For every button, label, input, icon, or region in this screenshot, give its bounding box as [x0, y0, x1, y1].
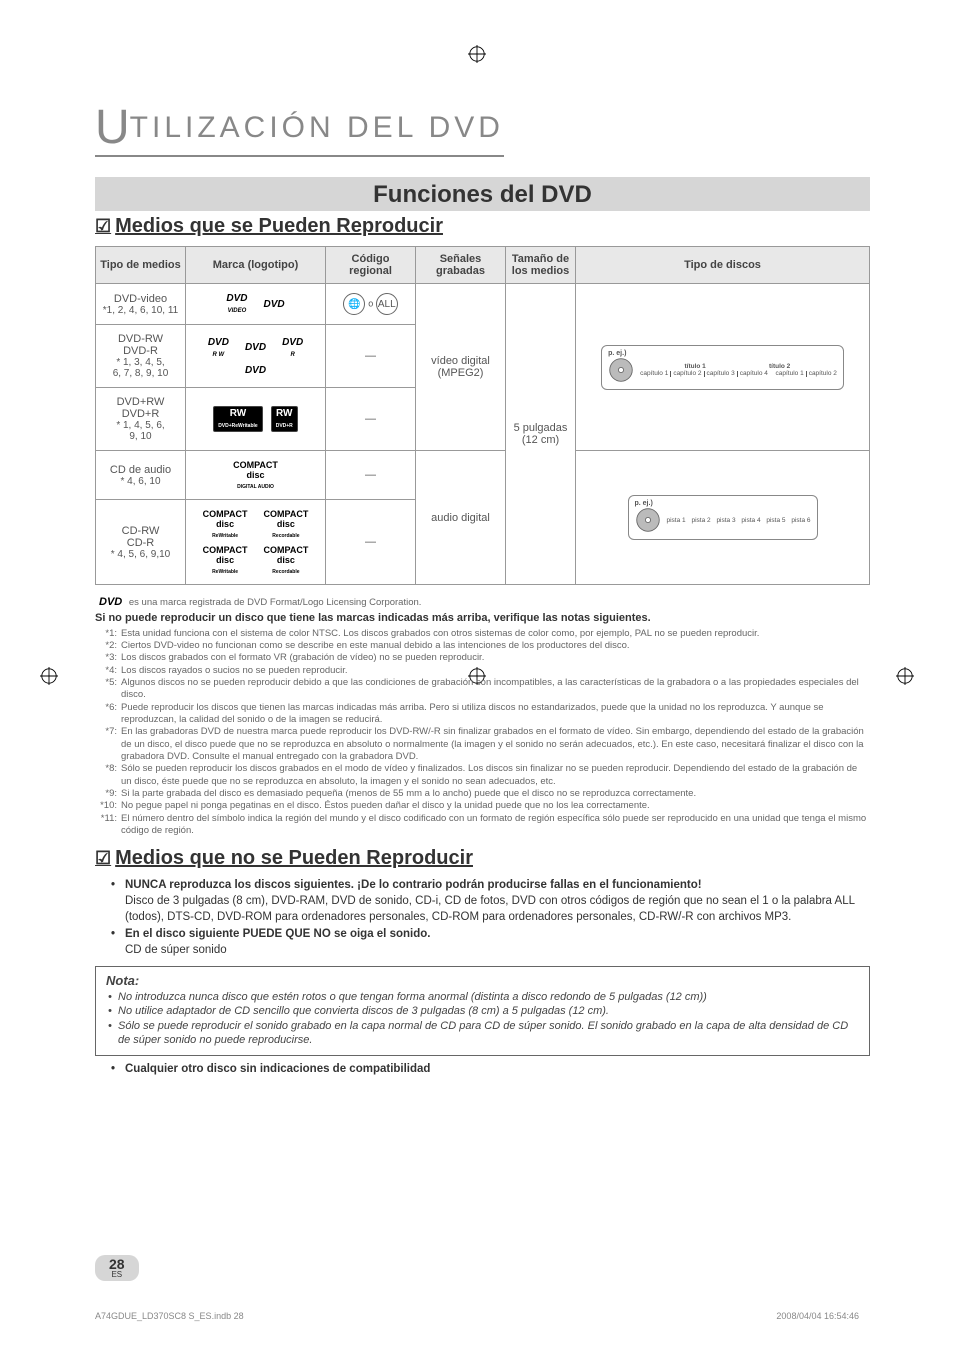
media-type-note: * 1, 4, 5, 6, 9, 10 — [102, 420, 179, 442]
cd-r-logo-icon: COMPACTdiscRecordable — [260, 508, 313, 540]
media-type: CD-RW CD-R — [102, 525, 179, 549]
footnote: *8:Sólo se pueden reproducir los discos … — [95, 763, 870, 788]
media-size: 5 pulgadas (12 cm) — [506, 284, 576, 585]
crop-mark-icon — [468, 45, 486, 63]
media-type: CD de audio — [102, 464, 179, 476]
region-icon: 🌐 — [343, 293, 365, 315]
th-brand: Marca (logotipo) — [186, 247, 326, 284]
main-title: Funciones del DVD — [95, 177, 870, 211]
check-icon: ☑ — [95, 216, 111, 237]
footnote: *9:Si la parte grabada del disco es dema… — [95, 788, 870, 800]
footnote: *11:El número dentro del símbolo indica … — [95, 813, 870, 838]
list-item: En el disco siguiente PUEDE QUE NO se oi… — [125, 927, 870, 958]
table-row: DVD-video *1, 2, 4, 6, 10, 11 DVDVIDEO DV… — [96, 284, 870, 325]
rw-logo-icon: RWDVD+ReWritable — [213, 406, 263, 432]
dvd-r-logo-icon: DVD — [241, 364, 270, 377]
cd-r-logo-icon: COMPACTdiscRecordable — [260, 544, 313, 576]
media-type-note: * 1, 3, 4, 5, 6, 7, 8, 9, 10 — [102, 357, 179, 379]
footnote: *10:No pegue papel ni ponga pegatinas en… — [95, 800, 870, 812]
rw-logo-icon: RWDVD+R — [271, 406, 298, 432]
trademark-line: es una marca registrada de DVD Format/Lo… — [129, 597, 422, 608]
footnote: *5:Algunos discos no se pueden reproduci… — [95, 677, 870, 702]
th-type: Tipo de medios — [96, 247, 186, 284]
cd-rw-logo-icon: COMPACTdiscReWritable — [199, 544, 252, 576]
media-type-note: * 4, 6, 10 — [102, 476, 179, 487]
th-signal: Señales grabadas — [416, 247, 506, 284]
signal-video: vídeo digital (MPEG2) — [416, 284, 506, 451]
dvd-logo-icon: DVDVIDEO — [222, 292, 251, 316]
region-none: — — [365, 350, 376, 362]
media-type: DVD-video — [102, 293, 179, 305]
unplayable-list: NUNCA reproduzca los discos siguientes. … — [95, 878, 870, 958]
footnotes-block: DVD es una marca registrada de DVD Forma… — [95, 595, 870, 837]
region-all-icon: ALL — [376, 293, 398, 315]
nota-item: No introduzca nunca disco que estén roto… — [118, 990, 859, 1004]
disc-diagram-audio: p. ej.) pista 1 pista 2 pista 3 pista 4 … — [576, 451, 870, 585]
footnote: *3:Los discos grabados con el formato VR… — [95, 652, 870, 664]
subheading-unplayable: ☑ Medios que no se Pueden Reproducir — [95, 847, 870, 870]
nota-item: Sólo se puede reproducir el sonido graba… — [118, 1019, 859, 1048]
dvd-rw-logo-icon: DVDR W — [204, 336, 233, 360]
nota-label: Nota: — [106, 973, 859, 988]
signal-audio: audio digital — [416, 451, 506, 585]
section-header-text: TILIZACIÓN DEL DVD — [130, 111, 504, 144]
footnote: *4:Los discos rayados o sucios no se pue… — [95, 665, 870, 677]
th-size: Tamaño de los medios — [506, 247, 576, 284]
nota-item: No utilice adaptador de CD sencillo que … — [118, 1004, 859, 1018]
media-type: DVD-RW DVD-R — [102, 333, 179, 357]
page-number-badge: 28 ES — [95, 1255, 139, 1281]
region-none: — — [365, 469, 376, 481]
crop-mark-icon — [40, 667, 58, 685]
dvd-logo-icon: DVD — [95, 595, 126, 609]
dvd-r-logo-icon: DVDR — [278, 336, 307, 360]
bold-warning: Si no puede reproducir un disco que tien… — [95, 611, 870, 625]
section-header-initial: U — [95, 101, 130, 154]
cd-rw-logo-icon: COMPACTdiscReWritable — [199, 508, 252, 540]
page-number: 28 — [109, 1257, 125, 1271]
list-item: NUNCA reproduzca los discos siguientes. … — [125, 878, 870, 925]
footer-right: 2008/04/04 16:54:46 — [776, 1311, 859, 1321]
check-icon: ☑ — [95, 848, 111, 869]
cd-logo-icon: COMPACTdiscDIGITAL AUDIO — [229, 459, 282, 491]
disc-icon — [608, 357, 634, 383]
final-bullet-list: Cualquier otro disco sin indicaciones de… — [95, 1062, 870, 1078]
crop-mark-icon — [896, 667, 914, 685]
footnote: *6:Puede reproducir los discos que tiene… — [95, 702, 870, 727]
dvd-logo-icon: DVD — [260, 298, 289, 311]
table-row: CD de audio * 4, 6, 10 COMPACTdiscDIGITA… — [96, 451, 870, 500]
footnote: *2:Ciertos DVD-video no funcionan como s… — [95, 640, 870, 652]
section-header: UTILIZACIÓN DEL DVD — [95, 100, 504, 157]
region-none: — — [365, 413, 376, 425]
footer: A74GDUE_LD370SC8 S_ES.indb 28 2008/04/04… — [95, 1311, 859, 1321]
media-table: Tipo de medios Marca (logotipo) Código r… — [95, 246, 870, 585]
th-region: Código regional — [326, 247, 416, 284]
region-none: — — [365, 536, 376, 548]
page-lang: ES — [111, 1271, 122, 1279]
region-or: o — [368, 299, 376, 309]
nota-box: Nota: No introduzca nunca disco que esté… — [95, 966, 870, 1056]
list-item: Cualquier otro disco sin indicaciones de… — [125, 1062, 870, 1078]
media-type: DVD+RW DVD+R — [102, 396, 179, 420]
disc-diagram-video: p. ej.) título 1 título 2 capítulo 1 — [576, 284, 870, 451]
subheading-text: Medios que se Pueden Reproducir — [115, 215, 443, 238]
subheading-text: Medios que no se Pueden Reproducir — [115, 847, 473, 870]
footnote: *1:Esta unidad funciona con el sistema d… — [95, 628, 870, 640]
subheading-playable: ☑ Medios que se Pueden Reproducir — [95, 215, 870, 238]
media-type-note: *1, 2, 4, 6, 10, 11 — [102, 305, 179, 316]
disc-icon — [635, 507, 661, 533]
dvd-rw-logo-icon: DVD — [241, 341, 270, 354]
th-discs: Tipo de discos — [576, 247, 870, 284]
footnote: *7:En las grabadoras DVD de nuestra marc… — [95, 726, 870, 763]
media-type-note: * 4, 5, 6, 9,10 — [102, 549, 179, 560]
footer-left: A74GDUE_LD370SC8 S_ES.indb 28 — [95, 1311, 244, 1321]
